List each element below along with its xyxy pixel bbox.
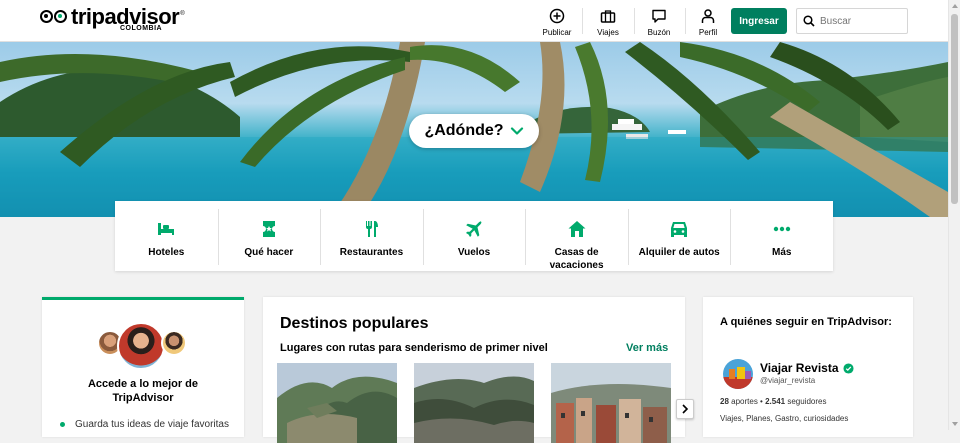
nav-viajes[interactable]: Viajes — [586, 6, 630, 37]
profile-tags: Viajes, Planes, Gastro, curiosidades — [720, 414, 849, 423]
destination-image[interactable] — [551, 363, 671, 443]
destination-image[interactable] — [277, 363, 397, 443]
category-alquiler-autos[interactable]: Alquiler de autos — [627, 201, 731, 271]
plus-circle-icon — [549, 8, 565, 24]
fork-knife-icon — [366, 221, 379, 237]
nav-buzon[interactable]: Buzón — [637, 6, 681, 37]
access-card: Accede a lo mejor de TripAdvisor Guarda … — [42, 297, 244, 437]
logo-country: COLOMBIA — [120, 25, 163, 32]
category-label: Alquiler de autos — [638, 247, 720, 258]
person-icon — [701, 9, 715, 23]
category-label: Qué hacer — [244, 247, 294, 258]
category-label: Más — [772, 247, 792, 258]
plane-icon — [466, 221, 482, 237]
nav-publicar[interactable]: Publicar — [535, 6, 579, 37]
list-item: Guarda tus ideas de viaje favoritas — [60, 419, 229, 430]
where-to-label: ¿Adónde? — [424, 122, 504, 139]
category-casas-vacaciones[interactable]: Casas de vacaciones — [525, 201, 628, 271]
category-label: Vuelos — [457, 247, 491, 258]
access-title: Accede a lo mejor de TripAdvisor — [87, 378, 199, 404]
ticket-icon — [262, 221, 275, 237]
destination-image[interactable] — [414, 363, 534, 443]
followers-label: seguidores — [787, 397, 827, 406]
house-icon — [568, 221, 586, 237]
tripadvisor-logo[interactable]: tripadvisor ® COLOMBIA — [40, 4, 185, 36]
mountain-ruins-image — [277, 363, 397, 443]
page-scrollbar[interactable] — [948, 0, 960, 430]
more-dots-icon — [773, 226, 790, 232]
nav-label: Buzón — [647, 28, 671, 37]
where-to-button[interactable]: ¿Adónde? — [409, 114, 539, 148]
search-input[interactable] — [820, 15, 904, 27]
chevron-down-icon — [510, 127, 523, 135]
avatar[interactable] — [723, 359, 753, 389]
contributions-count: 28 — [720, 397, 729, 406]
canyon-image — [414, 363, 534, 443]
login-button[interactable]: Ingresar — [731, 8, 787, 34]
suitcase-icon — [600, 10, 616, 23]
category-label: Casas de vacaciones — [549, 247, 604, 271]
category-vuelos[interactable]: Vuelos — [422, 201, 526, 271]
scroll-up-arrow-icon[interactable] — [952, 4, 958, 8]
category-hoteles[interactable]: Hoteles — [115, 201, 218, 271]
profile-image — [723, 359, 753, 389]
follow-title: A quiénes seguir en TripAdvisor: — [720, 316, 892, 328]
see-more-link[interactable]: Ver más — [626, 342, 668, 354]
profile-handle: @viajar_revista — [760, 376, 816, 385]
profile-name-text: Viajar Revista — [760, 361, 839, 375]
contributions-label: aportes — [731, 397, 758, 406]
followers-count: 2.541 — [765, 397, 786, 406]
category-label: Hoteles — [148, 247, 185, 258]
avatar — [161, 330, 187, 356]
village-image — [551, 363, 671, 443]
avatar — [117, 322, 165, 370]
category-que-hacer[interactable]: Qué hacer — [217, 201, 321, 271]
nav-label: Perfil — [698, 28, 718, 37]
profile-stats: 28 aportes • 2.541 seguidores — [720, 397, 827, 406]
scroll-down-arrow-icon[interactable] — [952, 422, 958, 426]
category-restaurantes[interactable]: Restaurantes — [320, 201, 423, 271]
car-icon — [671, 222, 688, 237]
nav-perfil[interactable]: Perfil — [686, 6, 730, 37]
access-item-text: Guarda tus ideas de viaje favoritas — [75, 419, 229, 430]
nav-label: Viajes — [597, 28, 619, 37]
section-subtitle: Lugares con rutas para senderismo de pri… — [280, 342, 548, 354]
top-header: tripadvisor ® COLOMBIA Publicar Viajes B… — [0, 0, 948, 42]
message-icon — [652, 9, 666, 23]
category-bar: Hoteles Qué hacer Restaurantes Vuelos Ca… — [115, 201, 833, 271]
avatar-group — [97, 322, 197, 370]
verified-badge-icon — [842, 362, 854, 374]
owl-logo-icon — [40, 9, 68, 25]
bed-icon — [158, 223, 175, 235]
who-to-follow-card: A quiénes seguir en TripAdvisor: Viajar … — [703, 297, 913, 437]
carousel-next-button[interactable] — [676, 399, 694, 419]
bullet-icon — [60, 422, 65, 427]
nav-label: Publicar — [542, 28, 572, 37]
search-box[interactable] — [796, 8, 908, 34]
popular-destinations-card: Destinos populares Lugares con rutas par… — [263, 297, 694, 443]
chevron-right-icon — [682, 404, 689, 414]
logo-text: tripadvisor — [71, 4, 180, 29]
profile-name[interactable]: Viajar Revista — [760, 361, 854, 375]
hero-banner: ¿Adónde? — [0, 42, 948, 217]
section-title: Destinos populares — [280, 315, 429, 332]
category-mas[interactable]: Más — [730, 201, 833, 271]
scroll-thumb[interactable] — [951, 14, 958, 204]
category-label: Restaurantes — [339, 247, 404, 258]
search-icon — [803, 15, 815, 27]
